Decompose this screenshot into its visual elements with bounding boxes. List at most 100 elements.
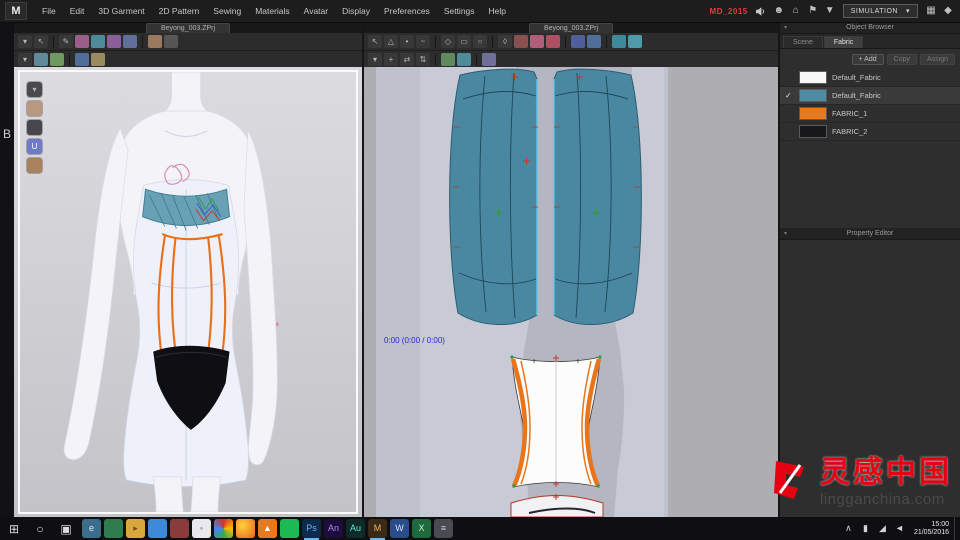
fabric-swatch[interactable]	[799, 125, 827, 138]
app-mail[interactable]	[170, 519, 189, 538]
notch-tool[interactable]	[514, 35, 528, 48]
menu-avatar[interactable]: Avatar	[297, 0, 335, 22]
menu-edit[interactable]: Edit	[63, 0, 92, 22]
app-firefox[interactable]	[236, 519, 255, 538]
menu-display[interactable]: Display	[335, 0, 377, 22]
avatar-shoes-icon[interactable]	[27, 158, 42, 173]
fabric-row[interactable]: FABRIC_2	[780, 123, 960, 141]
app-store[interactable]	[104, 519, 123, 538]
show-grid-toggle[interactable]	[628, 35, 642, 48]
seam-tool[interactable]	[530, 35, 544, 48]
app-media-player[interactable]: ◦	[192, 519, 211, 538]
simulate-dropdown-icon[interactable]: ▾	[18, 35, 32, 48]
flip-vertical-tool[interactable]: ⇅	[416, 53, 430, 66]
fabric-swatch[interactable]	[799, 89, 827, 102]
tray-battery-icon[interactable]: ▮	[859, 521, 872, 537]
circle-tool[interactable]: ○	[473, 35, 487, 48]
tray-volume-icon[interactable]: ◄	[893, 521, 906, 537]
menu-settings[interactable]: Settings	[437, 0, 482, 22]
pattern-piece-bodice-right[interactable]	[553, 68, 642, 325]
3d-render-frame[interactable]: ▾ U	[18, 70, 358, 514]
internal-rectangle-tool[interactable]	[571, 35, 585, 48]
app-chrome[interactable]	[214, 519, 233, 538]
menu-preferences[interactable]: Preferences	[377, 0, 437, 22]
tab-3d-project[interactable]: Beyong_003.ZPrj	[145, 23, 231, 33]
avatar-head-icon[interactable]	[27, 101, 42, 116]
clock[interactable]: 15:00 21/05/2016	[911, 521, 952, 537]
sewing-display-toggle[interactable]	[75, 35, 89, 48]
app-marvelous-designer[interactable]: M	[368, 519, 387, 540]
avatar-underwear-icon[interactable]: U	[27, 139, 42, 154]
user-icon[interactable]: ☻	[773, 4, 785, 18]
collapse-arrow-icon[interactable]: ▾	[784, 230, 787, 237]
app-edge[interactable]: e	[82, 519, 101, 538]
show-baseline-toggle[interactable]	[457, 53, 471, 66]
internal-circle-tool[interactable]	[587, 35, 601, 48]
task-view-button[interactable]: ▣	[54, 517, 78, 540]
pin-icon[interactable]: ◆	[942, 4, 954, 18]
avatar-hair-icon[interactable]	[27, 120, 42, 135]
app-file-explorer[interactable]: ▸	[126, 519, 145, 538]
app-notepad[interactable]: ≡	[434, 519, 453, 538]
app-spotify[interactable]	[280, 519, 299, 538]
edit-point-tool[interactable]: •	[400, 35, 414, 48]
tray-wifi-icon[interactable]: ◢	[876, 521, 889, 537]
edit-pattern-tool[interactable]: △	[384, 35, 398, 48]
notification-icon[interactable]: ⚑	[807, 4, 819, 18]
tab-fabric[interactable]: Fabric	[823, 36, 864, 48]
tab-2d-project[interactable]: Beyong_003.ZPrj	[528, 23, 614, 33]
mesh-display-toggle[interactable]	[123, 35, 137, 48]
fabric-swatch[interactable]	[799, 71, 827, 84]
bounding-volume-toggle[interactable]	[164, 35, 178, 48]
render-style-toggle[interactable]	[75, 53, 89, 66]
app-audition[interactable]: Au	[346, 519, 365, 538]
tab-scene[interactable]: Scene	[783, 36, 823, 48]
add-fabric-button[interactable]: + Add	[851, 54, 884, 65]
pattern-piece-corset[interactable]	[510, 355, 602, 488]
sync-2d3d-toggle[interactable]	[482, 53, 496, 66]
collapse-arrow-icon[interactable]: ▾	[784, 24, 787, 31]
fabric-row[interactable]: FABRIC_1	[780, 105, 960, 123]
select-move-tool[interactable]: ↖	[34, 35, 48, 48]
grading-toggle[interactable]	[441, 53, 455, 66]
3d-viewport[interactable]: ▾ U	[14, 67, 362, 517]
layout-grid-icon[interactable]: ▦	[925, 4, 937, 18]
show-garment-toggle[interactable]	[34, 53, 48, 66]
assign-fabric-button[interactable]: Assign	[919, 54, 955, 65]
property-editor-header[interactable]: ▾ Property Editor	[780, 228, 960, 240]
gizmo-dropdown-icon[interactable]: ▾	[18, 53, 32, 66]
app-word[interactable]: W	[390, 519, 409, 538]
transform-pattern-tool[interactable]: ↖	[368, 35, 382, 48]
pattern-outline-dropdown-icon[interactable]: ▾	[368, 53, 382, 66]
pattern-piece-bodice-left[interactable]	[449, 68, 538, 325]
menu-file[interactable]: File	[35, 0, 63, 22]
copy-fabric-button[interactable]: Copy	[886, 54, 917, 65]
menu-sewing[interactable]: Sewing	[206, 0, 248, 22]
start-button[interactable]: ⊞	[2, 517, 26, 540]
object-browser-header[interactable]: ▾ Object Browser	[780, 22, 960, 34]
menu-help[interactable]: Help	[482, 0, 513, 22]
show-desktop-button[interactable]	[954, 517, 960, 540]
show-avatar-toggle[interactable]	[50, 53, 64, 66]
tray-chevron-up-icon[interactable]: ∧	[842, 521, 855, 537]
volume-icon[interactable]	[755, 6, 766, 17]
show-wireframe-toggle[interactable]	[91, 53, 105, 66]
app-excel[interactable]: X	[412, 519, 431, 538]
fabric-display-toggle[interactable]	[91, 35, 105, 48]
pen-3d-tool[interactable]: ✎	[59, 35, 73, 48]
dart-tool[interactable]: ◊	[498, 35, 512, 48]
app-animate[interactable]: An	[324, 519, 343, 538]
edit-curvature-tool[interactable]: ~	[416, 35, 430, 48]
download-icon[interactable]: ▼	[824, 4, 836, 18]
flip-horizontal-tool[interactable]: ⇄	[400, 53, 414, 66]
move-pattern-tool[interactable]: +	[384, 53, 398, 66]
camera-view-icon[interactable]: ▾	[27, 82, 42, 97]
app-photoshop[interactable]: Ps	[302, 519, 321, 540]
menu-3d-garment[interactable]: 3D Garment	[91, 0, 151, 22]
show-texture-toggle[interactable]	[612, 35, 626, 48]
search-button[interactable]: ○	[28, 517, 52, 540]
app-logo[interactable]: M	[5, 2, 27, 20]
pattern-display-toggle[interactable]	[107, 35, 121, 48]
display-mode-icon[interactable]: ⌂	[790, 4, 802, 18]
fabric-row[interactable]: ✓ Default_Fabric	[780, 87, 960, 105]
